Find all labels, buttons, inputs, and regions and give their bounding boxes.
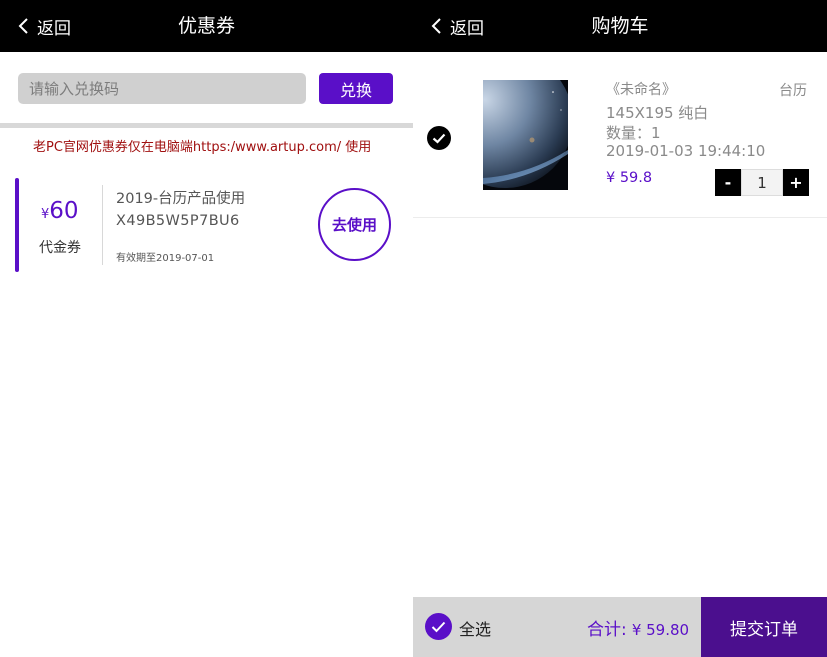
- checkmark-icon: [431, 621, 446, 633]
- section-divider: [0, 123, 413, 128]
- total-label: 合计:: [587, 620, 627, 640]
- coupon-code: X49B5W5P7BU6: [116, 213, 240, 229]
- quantity-value[interactable]: 1: [741, 169, 783, 196]
- item-spec: 145X195 纯白: [606, 104, 709, 122]
- item-name: 《未命名》: [606, 82, 676, 98]
- notice-text: 老PC官网优惠券仅在电脑端https:/www.artup.com/ 使用: [33, 140, 372, 155]
- coupon-type: 代金券: [39, 240, 81, 256]
- cart-back-button[interactable]: 返回: [427, 0, 484, 52]
- quantity-plus-button[interactable]: +: [783, 169, 809, 196]
- coupons-panel: 返回 优惠券 兑换 老PC官网优惠券仅在电脑端https:/www.artup.…: [0, 0, 413, 657]
- item-created-time: 2019-01-03 19:44:10: [606, 142, 766, 160]
- checkmark-icon: [432, 133, 446, 144]
- redeem-row: 兑换: [18, 73, 393, 104]
- coupon-amount: ¥60: [41, 198, 79, 224]
- redeem-button[interactable]: 兑换: [319, 73, 393, 104]
- total-amount: 合计: ¥ 59.80: [587, 615, 689, 640]
- back-label: 返回: [37, 18, 71, 39]
- select-all-label[interactable]: 全选: [459, 616, 491, 640]
- cart-header: 返回 购物车: [413, 0, 827, 52]
- cart-footer: 全选 合计: ¥ 59.80 提交订单: [413, 597, 827, 657]
- cart-panel: 返回 购物车 《未命名》 台历 145X195 纯白 数量：1 2019-01-…: [413, 0, 827, 657]
- item-category: 台历: [779, 83, 807, 99]
- item-quantity-text: 数量：1: [606, 124, 661, 142]
- item-price: ¥ 59.8: [606, 170, 653, 186]
- back-label: 返回: [450, 18, 484, 39]
- coupon-amount-value: 60: [49, 198, 79, 224]
- coupon-accent-bar: [15, 178, 19, 272]
- submit-order-button[interactable]: 提交订单: [701, 597, 827, 657]
- coupon-separator: [102, 185, 103, 265]
- coupons-header: 返回 优惠券: [0, 0, 413, 52]
- use-coupon-button[interactable]: 去使用: [318, 188, 391, 261]
- item-thumbnail[interactable]: [483, 80, 568, 190]
- quantity-minus-button[interactable]: -: [715, 169, 741, 196]
- quantity-stepper: - 1 +: [715, 169, 809, 196]
- cart-item: 《未命名》 台历 145X195 纯白 数量：1 2019-01-03 19:4…: [413, 52, 827, 218]
- total-value: ¥ 59.80: [631, 621, 690, 639]
- select-all-checkbox[interactable]: [425, 613, 452, 640]
- coupon-title: 2019-台历产品使用: [116, 191, 246, 207]
- chevron-left-icon: [427, 16, 447, 36]
- chevron-left-icon: [14, 16, 34, 36]
- coupon-expiry: 有效期至2019-07-01: [116, 253, 215, 264]
- redeem-code-input[interactable]: [18, 73, 306, 104]
- coupon-card: ¥60 代金券 2019-台历产品使用 X49B5W5P7BU6 有效期至201…: [15, 178, 395, 272]
- coupons-back-button[interactable]: 返回: [14, 0, 71, 52]
- item-select-checkbox[interactable]: [427, 126, 451, 150]
